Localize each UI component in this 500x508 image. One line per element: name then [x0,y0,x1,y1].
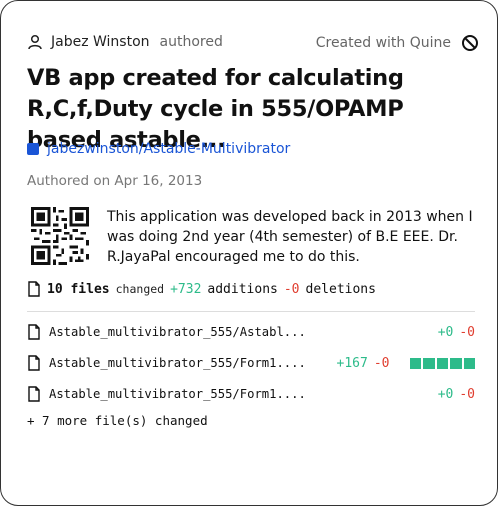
branding-text: Created with Quine [315,35,451,51]
file-row[interactable]: Astable_multivibrator_555/Form1.... +167… [27,353,475,373]
file-icon [28,324,40,340]
commit-description: This application was developed back in 2… [107,209,473,265]
file-deletions: -0 [459,324,475,340]
deletions-label: deletions [305,281,376,297]
file-stats: +167 -0 [337,353,475,373]
commit-card: Jabez Winston authored Created with Quin… [0,0,498,506]
file-stats: +0 -0 [438,322,475,342]
file-deletions: -0 [459,386,475,402]
deletions-count: -0 [283,281,300,297]
file-icon [28,386,40,402]
diff-block [436,357,448,369]
file-row[interactable]: Astable_multivibrator_555/Form1.... +0 -… [27,384,475,404]
file-stats: +0 -0 [438,384,475,404]
file-additions: +0 [437,324,454,340]
repo-link[interactable]: jabezwinston/Astable-Multivibrator [47,141,290,157]
diff-bar [409,357,475,369]
file-icon [28,355,40,371]
additions-label: additions [207,281,278,297]
files-count: 10 files [47,281,110,297]
divider [27,311,475,312]
file-row[interactable]: Astable_multivibrator_555/Astabl... +0 -… [27,322,475,342]
file-additions: +0 [437,386,454,402]
diff-block [450,357,462,369]
authored-date: Authored on Apr 16, 2013 [27,173,203,189]
repo-link-row[interactable]: jabezwinston/Astable-Multivibrator [27,141,290,157]
diff-block [463,357,475,369]
more-files-link[interactable]: + 7 more file(s) changed [27,413,208,428]
quine-logo-icon[interactable] [461,34,479,52]
file-name[interactable]: Astable_multivibrator_555/Form1.... [49,387,306,401]
branding: Created with Quine [316,34,479,52]
additions-count: +732 [170,281,202,297]
author: Jabez Winston authored [27,34,223,50]
file-additions: +167 [336,355,368,371]
file-icon [28,281,40,297]
changed-label: changed [115,282,165,296]
author-verb: authored [159,34,223,50]
author-name[interactable]: Jabez Winston [51,34,150,50]
diff-block [409,357,421,369]
file-deletions: -0 [373,355,390,371]
file-name[interactable]: Astable_multivibrator_555/Astabl... [49,325,306,339]
file-name[interactable]: Astable_multivibrator_555/Form1.... [49,356,306,370]
user-icon [28,34,42,50]
change-summary: 10 files changed +732 additions -0 delet… [27,281,376,297]
qr-code-icon [31,207,89,265]
card-header: Jabez Winston authored Created with Quin… [27,34,479,54]
repo-icon [27,143,39,155]
diff-block [423,357,435,369]
